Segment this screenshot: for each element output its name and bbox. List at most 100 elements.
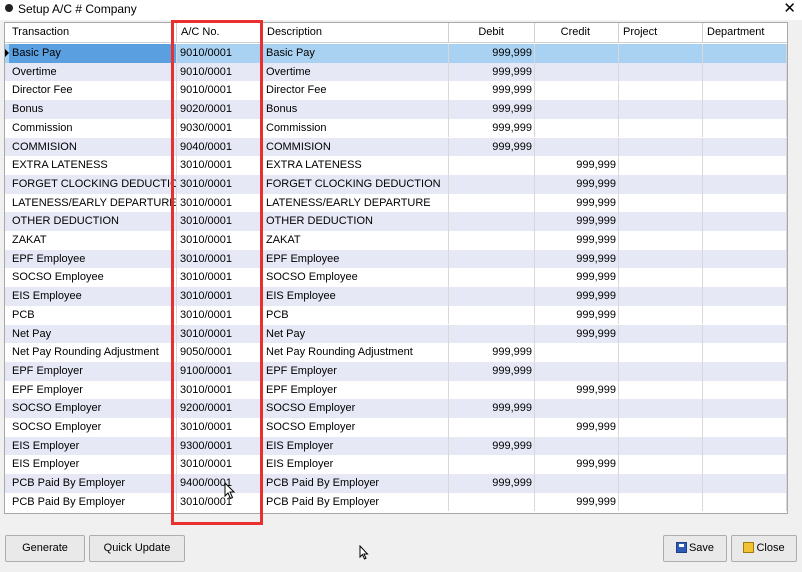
cell-ac-no[interactable]: 3010/0001 xyxy=(177,249,263,269)
cell-department[interactable] xyxy=(703,268,787,288)
cell-department[interactable] xyxy=(703,174,787,194)
table-row[interactable]: Net Pay Rounding Adjustment 9050/0001 Net … xyxy=(5,343,787,362)
cell-department[interactable] xyxy=(703,81,787,101)
table-row[interactable]: COMMISION 9040/0001 COMMISION 999,999 xyxy=(5,137,787,157)
cell-ac-no[interactable]: 9100/0001 xyxy=(177,361,263,381)
table-row[interactable]: Net Pay 3010/0001 Net Pay 999,999 xyxy=(5,324,787,344)
table-row[interactable]: EXTRA LATENESS 3010/0001 EXTRA LATENESS 999… xyxy=(5,156,787,175)
cell-ac-no[interactable]: 9040/0001 xyxy=(177,137,263,157)
col-debit[interactable]: Debit xyxy=(449,23,535,42)
cell-transaction[interactable]: PCB Paid By Employer xyxy=(9,474,177,493)
cell-project[interactable] xyxy=(619,156,703,175)
cell-debit[interactable] xyxy=(449,324,535,344)
cell-credit[interactable]: 999,999 xyxy=(535,268,619,288)
cell-debit[interactable] xyxy=(449,174,535,194)
cell-debit[interactable] xyxy=(449,380,535,400)
cell-credit[interactable]: 999,999 xyxy=(535,324,619,344)
cell-department[interactable] xyxy=(703,455,787,475)
table-row[interactable]: Basic Pay 9010/0001 Basic Pay 999,999 xyxy=(5,44,787,63)
cell-project[interactable] xyxy=(619,492,703,512)
cell-department[interactable] xyxy=(703,156,787,175)
cell-ac-no[interactable]: 3010/0001 xyxy=(177,193,263,213)
cell-project[interactable] xyxy=(619,212,703,231)
cell-description[interactable]: Overtime xyxy=(263,62,449,82)
cell-description[interactable]: Net Pay xyxy=(263,324,449,344)
cell-ac-no[interactable]: 9010/0001 xyxy=(177,62,263,82)
cell-transaction[interactable]: SOCSO Employer xyxy=(9,418,177,437)
cell-department[interactable] xyxy=(703,361,787,381)
cell-transaction[interactable]: EIS Employee xyxy=(9,287,177,306)
table-row[interactable]: Overtime 9010/0001 Overtime 999,999 xyxy=(5,62,787,82)
cell-debit[interactable]: 999,999 xyxy=(449,118,535,138)
cell-ac-no[interactable]: 3010/0001 xyxy=(177,231,263,250)
cell-transaction[interactable]: PCB Paid By Employer xyxy=(9,492,177,512)
cell-project[interactable] xyxy=(619,305,703,325)
cell-credit[interactable] xyxy=(535,118,619,138)
cell-credit[interactable] xyxy=(535,474,619,493)
cell-debit[interactable]: 999,999 xyxy=(449,474,535,493)
cell-ac-no[interactable]: 9020/0001 xyxy=(177,100,263,119)
cell-credit[interactable] xyxy=(535,436,619,456)
table-row[interactable]: EPF Employer 9100/0001 EPF Employer 999,999 xyxy=(5,361,787,381)
cell-debit[interactable]: 999,999 xyxy=(449,44,535,63)
cell-project[interactable] xyxy=(619,268,703,288)
cell-project[interactable] xyxy=(619,455,703,475)
cell-ac-no[interactable]: 9300/0001 xyxy=(177,436,263,456)
table-row[interactable]: Bonus 9020/0001 Bonus 999,999 xyxy=(5,100,787,119)
cell-credit[interactable]: 999,999 xyxy=(535,380,619,400)
cell-credit[interactable]: 999,999 xyxy=(535,455,619,475)
cell-debit[interactable]: 999,999 xyxy=(449,100,535,119)
cell-transaction[interactable]: LATENESS/EARLY DEPARTURE xyxy=(9,193,177,213)
cell-debit[interactable] xyxy=(449,212,535,231)
cell-project[interactable] xyxy=(619,474,703,493)
cell-credit[interactable] xyxy=(535,399,619,418)
cell-transaction[interactable]: Net Pay Rounding Adjustment xyxy=(9,343,177,362)
table-row[interactable]: LATENESS/EARLY DEPARTURE 3010/0001 LATENES… xyxy=(5,193,787,213)
cell-ac-no[interactable]: 9010/0001 xyxy=(177,44,263,63)
cell-description[interactable]: EIS Employee xyxy=(263,287,449,306)
cell-project[interactable] xyxy=(619,399,703,418)
cell-transaction[interactable]: SOCSO Employee xyxy=(9,268,177,288)
cell-description[interactable]: FORGET CLOCKING DEDUCTION xyxy=(263,174,449,194)
cell-department[interactable] xyxy=(703,380,787,400)
cell-transaction[interactable]: SOCSO Employer xyxy=(9,399,177,418)
cell-debit[interactable]: 999,999 xyxy=(449,436,535,456)
col-ac-no[interactable]: A/C No. xyxy=(177,23,263,42)
cell-department[interactable] xyxy=(703,399,787,418)
generate-button[interactable]: Generate xyxy=(5,535,85,562)
cell-debit[interactable]: 999,999 xyxy=(449,343,535,362)
cell-ac-no[interactable]: 3010/0001 xyxy=(177,455,263,475)
cell-description[interactable]: EPF Employer xyxy=(263,380,449,400)
cell-transaction[interactable]: EPF Employee xyxy=(9,249,177,269)
table-row[interactable]: SOCSO Employee 3010/0001 SOCSO Employee 999… xyxy=(5,268,787,288)
cell-credit[interactable] xyxy=(535,100,619,119)
cell-description[interactable]: EPF Employee xyxy=(263,249,449,269)
cell-ac-no[interactable]: 3010/0001 xyxy=(177,268,263,288)
cell-project[interactable] xyxy=(619,193,703,213)
table-row[interactable]: FORGET CLOCKING DEDUCTION 3010/0001 FORGET… xyxy=(5,174,787,194)
cell-department[interactable] xyxy=(703,305,787,325)
cell-description[interactable]: Commission xyxy=(263,118,449,138)
cell-transaction[interactable]: OTHER DEDUCTION xyxy=(9,212,177,231)
cell-credit[interactable] xyxy=(535,62,619,82)
cell-credit[interactable]: 999,999 xyxy=(535,174,619,194)
col-project[interactable]: Project xyxy=(619,23,703,42)
cell-department[interactable] xyxy=(703,492,787,512)
cell-description[interactable]: EIS Employer xyxy=(263,436,449,456)
cell-debit[interactable] xyxy=(449,305,535,325)
cell-debit[interactable]: 999,999 xyxy=(449,62,535,82)
cell-department[interactable] xyxy=(703,137,787,157)
cell-project[interactable] xyxy=(619,174,703,194)
cell-department[interactable] xyxy=(703,436,787,456)
cell-department[interactable] xyxy=(703,193,787,213)
quick-update-button[interactable]: Quick Update xyxy=(89,535,185,562)
col-transaction[interactable]: Transaction xyxy=(5,23,177,42)
cell-department[interactable] xyxy=(703,249,787,269)
cell-description[interactable]: Basic Pay xyxy=(263,44,449,63)
cell-ac-no[interactable]: 3010/0001 xyxy=(177,287,263,306)
cell-description[interactable]: SOCSO Employee xyxy=(263,268,449,288)
cell-project[interactable] xyxy=(619,100,703,119)
cell-transaction[interactable]: EPF Employer xyxy=(9,380,177,400)
cell-ac-no[interactable]: 3010/0001 xyxy=(177,305,263,325)
cell-description[interactable]: OTHER DEDUCTION xyxy=(263,212,449,231)
